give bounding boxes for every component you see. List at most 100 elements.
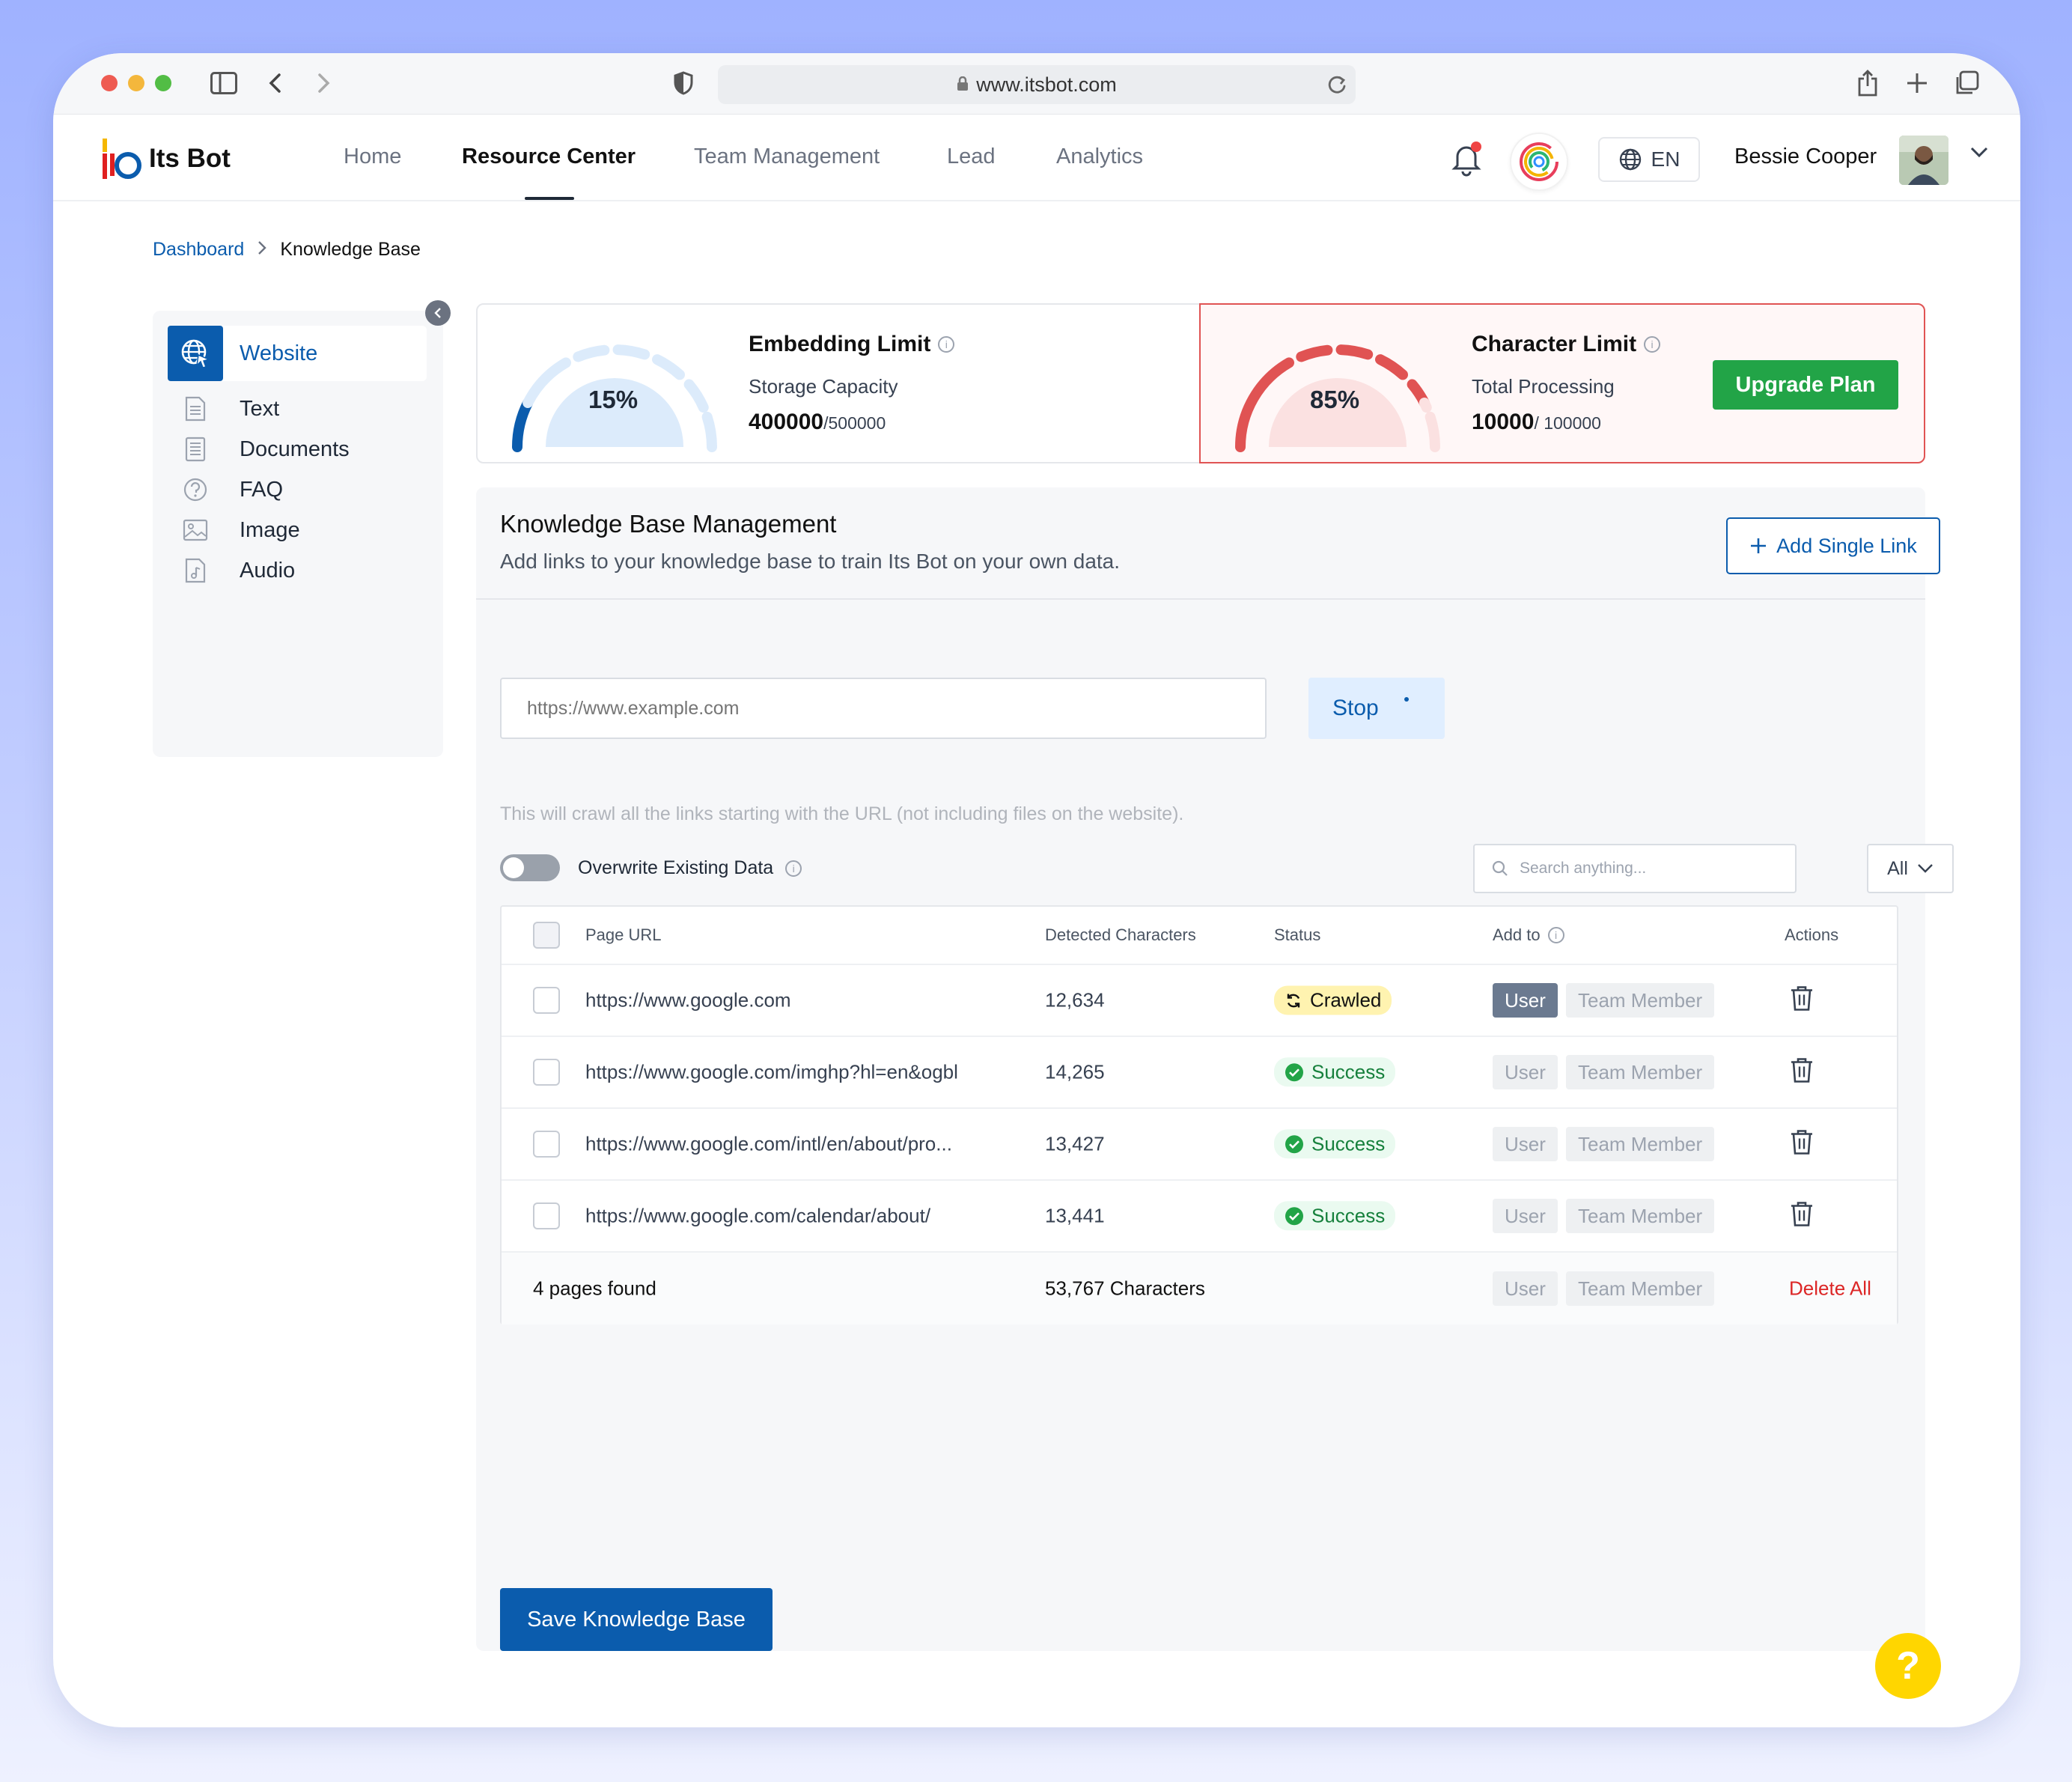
- bulk-add-to-user-chip[interactable]: User: [1493, 1271, 1558, 1306]
- column-page-url: Page URL: [585, 925, 662, 944]
- add-to-user-chip[interactable]: User: [1493, 983, 1558, 1018]
- sidebar-item-audio[interactable]: Audio: [168, 543, 427, 598]
- delete-row-trash-icon[interactable]: [1789, 1057, 1814, 1088]
- new-tab-icon[interactable]: [1902, 68, 1932, 98]
- overwrite-label-text: Overwrite Existing Data: [578, 857, 774, 878]
- add-to-user-chip[interactable]: User: [1493, 1127, 1558, 1161]
- save-knowledge-base-button[interactable]: Save Knowledge Base: [500, 1588, 773, 1651]
- gauge-segment: [512, 397, 534, 452]
- source-sidebar: Website Text Documents FAQ Image Audio: [153, 311, 443, 757]
- chevron-left-icon: [434, 308, 441, 318]
- nav-resource-center[interactable]: Resource Center: [462, 145, 636, 169]
- row-url[interactable]: https://www.google.com/imghp?hl=en&ogbl: [585, 1061, 958, 1084]
- info-icon[interactable]: i: [1644, 336, 1661, 353]
- stop-label: Stop: [1332, 696, 1379, 720]
- delete-row-trash-icon[interactable]: [1789, 1201, 1814, 1232]
- row-checkbox[interactable]: [533, 1202, 560, 1229]
- breadcrumb-dashboard[interactable]: Dashboard: [153, 239, 244, 261]
- status-badge: Success: [1274, 1201, 1396, 1231]
- add-to-team-member-chip[interactable]: Team Member: [1566, 1127, 1715, 1161]
- table-header: Page URL Detected Characters Status Add …: [502, 907, 1897, 965]
- table-search-input[interactable]: Search anything...: [1473, 844, 1797, 893]
- sidebar-item-label: Website: [240, 341, 318, 365]
- row-characters: 13,441: [1045, 1204, 1105, 1227]
- add-to-team-member-chip[interactable]: Team Member: [1566, 983, 1715, 1018]
- share-icon[interactable]: [1853, 68, 1883, 98]
- forward-icon[interactable]: [309, 68, 339, 98]
- user-menu-chevron-down-icon[interactable]: [1969, 146, 1989, 162]
- row-checkbox[interactable]: [533, 1059, 560, 1086]
- gauge-segment: [1296, 344, 1333, 362]
- info-icon[interactable]: i: [938, 336, 955, 353]
- nav-home[interactable]: Home: [344, 145, 401, 169]
- help-button[interactable]: ?: [1875, 1633, 1941, 1699]
- nav-lead[interactable]: Lead: [947, 145, 996, 169]
- panel-header: Knowledge Base Management Add links to y…: [476, 487, 1940, 600]
- tab-overview-icon[interactable]: [1951, 68, 1981, 98]
- add-single-link-button[interactable]: Add Single Link: [1726, 517, 1940, 574]
- sidebar-toggle-icon[interactable]: [209, 68, 239, 98]
- brand-logo[interactable]: Its Bot: [101, 137, 231, 180]
- nav-team-management[interactable]: Team Management: [694, 145, 880, 169]
- plus-icon: [1751, 538, 1767, 553]
- row-characters: 14,265: [1045, 1060, 1105, 1083]
- processing-used: 10000: [1472, 410, 1535, 434]
- total-processing-label: Total Processing: [1472, 375, 1615, 398]
- stop-crawl-button[interactable]: Stop: [1308, 678, 1445, 739]
- row-url[interactable]: https://www.google.com/calendar/about/: [585, 1205, 930, 1228]
- embedding-limit-card: 15% Embedding Limit i Storage Capacity 4…: [476, 303, 1201, 463]
- info-icon[interactable]: i: [1547, 927, 1564, 943]
- upgrade-plan-button[interactable]: Upgrade Plan: [1713, 360, 1898, 410]
- overwrite-label: Overwrite Existing Data i: [578, 857, 802, 879]
- sidebar-item-website[interactable]: Website: [168, 326, 427, 381]
- total-processing-value: 10000/ 100000: [1472, 410, 1601, 435]
- user-name[interactable]: Bessie Cooper: [1734, 145, 1877, 169]
- row-checkbox[interactable]: [533, 987, 560, 1014]
- status-filter-select[interactable]: All: [1867, 844, 1954, 893]
- back-icon[interactable]: [260, 68, 290, 98]
- activity-rings-icon[interactable]: [1510, 133, 1568, 191]
- minimize-window-button[interactable]: [128, 75, 144, 91]
- info-icon[interactable]: i: [785, 860, 802, 877]
- add-to-user-chip[interactable]: User: [1493, 1199, 1558, 1233]
- row-url[interactable]: https://www.google.com/intl/en/about/pro…: [585, 1133, 952, 1156]
- reload-icon[interactable]: [1326, 71, 1348, 102]
- nav-analytics[interactable]: Analytics: [1056, 145, 1143, 169]
- select-all-checkbox[interactable]: [533, 922, 560, 949]
- row-url[interactable]: https://www.google.com: [585, 989, 791, 1012]
- maximize-window-button[interactable]: [155, 75, 171, 91]
- bulk-add-to-team-member-chip[interactable]: Team Member: [1566, 1271, 1715, 1306]
- check-circle-icon: [1285, 1062, 1303, 1081]
- language-selector[interactable]: EN: [1598, 137, 1700, 182]
- column-add-to-label: Add to: [1493, 925, 1541, 944]
- status-badge: Success: [1274, 1057, 1396, 1087]
- avatar[interactable]: [1899, 136, 1948, 185]
- gauge-segment: [612, 344, 650, 360]
- breadcrumb-current: Knowledge Base: [280, 239, 421, 260]
- storage-used: 400000: [749, 410, 824, 434]
- address-bar[interactable]: www.itsbot.com: [718, 65, 1356, 104]
- row-checkbox[interactable]: [533, 1131, 560, 1158]
- overwrite-toggle[interactable]: [500, 854, 560, 881]
- sidebar-item-label: Audio: [240, 558, 296, 583]
- add-to-team-member-chip[interactable]: Team Member: [1566, 1199, 1715, 1233]
- notification-bell-icon[interactable]: [1447, 139, 1486, 177]
- crawl-url-input[interactable]: [500, 678, 1267, 739]
- delete-row-trash-icon[interactable]: [1789, 985, 1814, 1016]
- delete-row-trash-icon[interactable]: [1789, 1129, 1814, 1160]
- chevron-down-icon: [1918, 864, 1933, 873]
- privacy-shield-icon[interactable]: [668, 68, 698, 98]
- close-window-button[interactable]: [101, 75, 118, 91]
- gauge-segment: [522, 357, 571, 408]
- refresh-icon: [1287, 994, 1300, 1007]
- delete-all-button[interactable]: Delete All: [1789, 1277, 1871, 1301]
- add-to-user-chip[interactable]: User: [1493, 1055, 1558, 1089]
- add-to-team-member-chip[interactable]: Team Member: [1566, 1055, 1715, 1089]
- breadcrumb-chevron-right-icon: [258, 239, 267, 261]
- column-status: Status: [1274, 925, 1321, 944]
- embedding-percent: 15%: [588, 386, 639, 413]
- sidebar-collapse-button[interactable]: [425, 300, 451, 326]
- status-success-badge: Success: [1274, 1129, 1396, 1159]
- status-text: Success: [1311, 1060, 1386, 1083]
- character-limit-card: 85% Character Limit i Total Processing 1…: [1199, 303, 1925, 463]
